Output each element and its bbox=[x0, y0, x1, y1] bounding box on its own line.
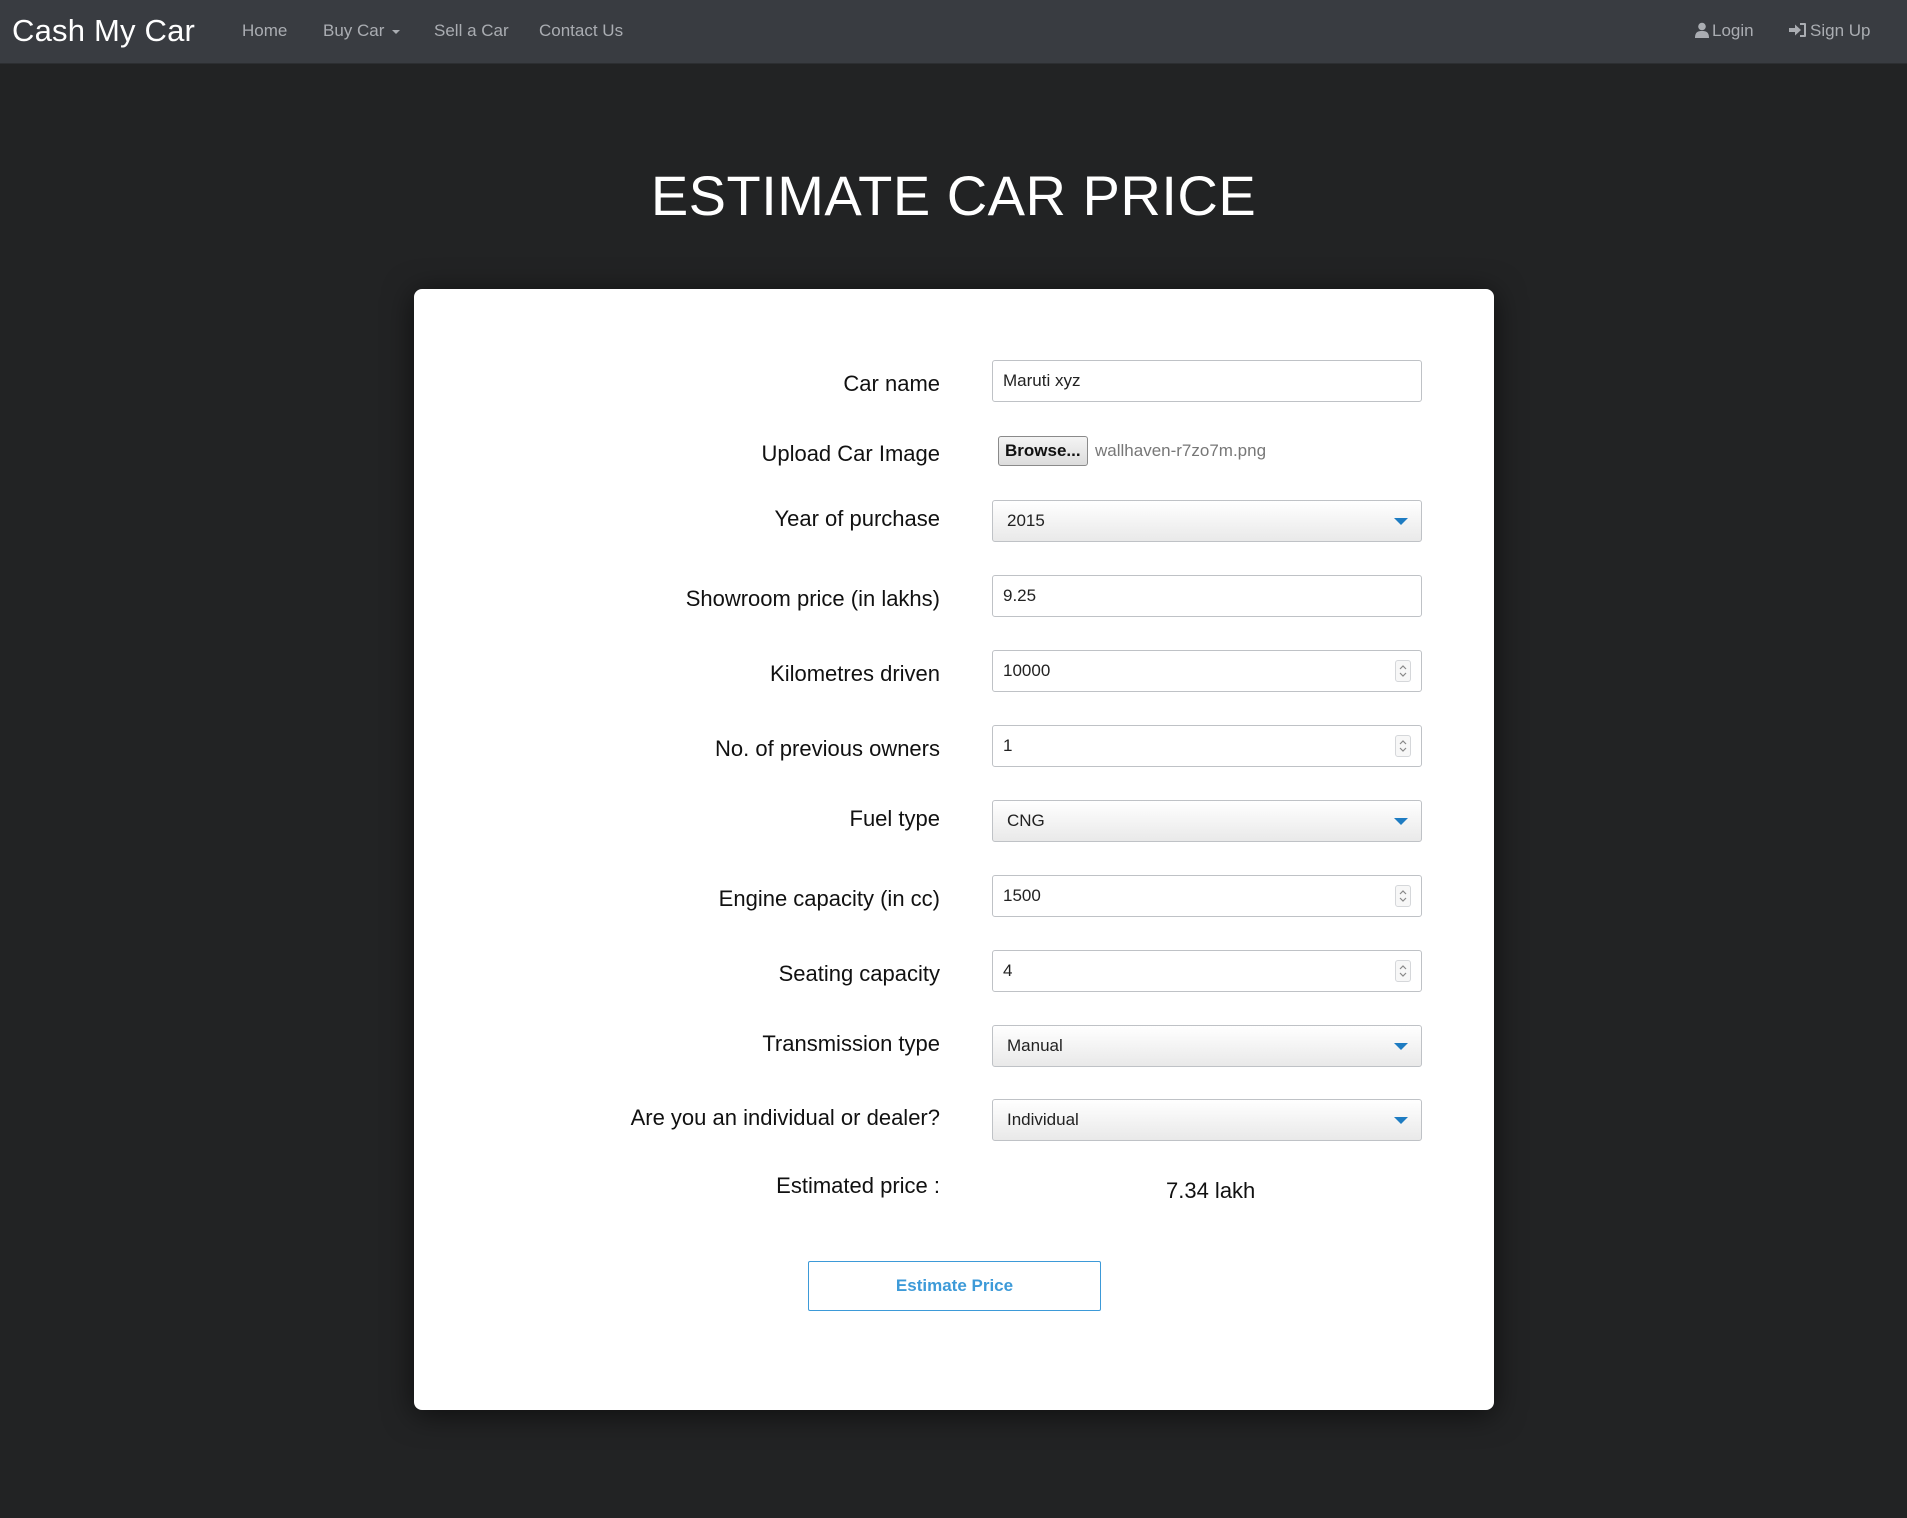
caret-down-icon bbox=[392, 29, 401, 34]
nav-login[interactable]: Login bbox=[1695, 21, 1754, 41]
dropdown-arrow-icon bbox=[1394, 1043, 1408, 1050]
engine-capacity-label: Engine capacity (in cc) bbox=[718, 886, 940, 911]
number-spinner-icon[interactable] bbox=[1395, 885, 1411, 907]
transmission-value: Manual bbox=[1007, 1036, 1063, 1055]
seller-type-select[interactable]: Individual bbox=[992, 1099, 1422, 1141]
estimated-price-value: 7.34 lakh bbox=[1166, 1178, 1256, 1203]
dropdown-arrow-icon bbox=[1394, 1117, 1408, 1124]
seller-type-label: Are you an individual or dealer? bbox=[630, 1105, 940, 1130]
year-select[interactable]: 2015 bbox=[992, 500, 1422, 542]
browse-button[interactable]: Browse... bbox=[998, 436, 1088, 466]
estimate-price-button[interactable]: Estimate Price bbox=[808, 1261, 1101, 1311]
transmission-label: Transmission type bbox=[762, 1031, 940, 1056]
nav-sell-car[interactable]: Sell a Car bbox=[434, 21, 509, 41]
car-name-label: Car name bbox=[843, 371, 940, 396]
transmission-select[interactable]: Manual bbox=[992, 1025, 1422, 1067]
nav-contact[interactable]: Contact Us bbox=[539, 21, 623, 41]
kms-driven-label: Kilometres driven bbox=[770, 661, 940, 686]
navbar: Cash My Car Home Buy Car Sell a Car Cont… bbox=[0, 0, 1907, 64]
year-select-value: 2015 bbox=[1007, 511, 1045, 530]
page-title: ESTIMATE CAR PRICE bbox=[650, 164, 1257, 227]
nav-home[interactable]: Home bbox=[242, 21, 287, 41]
number-spinner-icon[interactable] bbox=[1395, 960, 1411, 982]
nav-login-label: Login bbox=[1712, 21, 1754, 40]
seating-capacity-label: Seating capacity bbox=[778, 961, 940, 986]
sign-in-icon bbox=[1789, 23, 1806, 37]
seating-capacity-value: 4 bbox=[1003, 961, 1013, 980]
nav-buy-car-dropdown[interactable]: Buy Car bbox=[323, 21, 401, 41]
showroom-price-input[interactable]: 9.25 bbox=[992, 575, 1422, 617]
seating-capacity-input[interactable]: 4 bbox=[992, 950, 1422, 992]
dropdown-arrow-icon bbox=[1394, 518, 1408, 525]
kms-driven-input[interactable]: 10000 bbox=[992, 650, 1422, 692]
kms-driven-value: 10000 bbox=[1003, 661, 1051, 680]
owners-input[interactable]: 1 bbox=[992, 725, 1422, 767]
user-icon bbox=[1695, 22, 1709, 38]
car-name-input[interactable]: Maruti xyz bbox=[992, 360, 1422, 402]
nav-buy-car-label: Buy Car bbox=[323, 21, 385, 40]
nav-signup[interactable]: Sign Up bbox=[1789, 21, 1870, 41]
owners-label: No. of previous owners bbox=[715, 736, 940, 761]
number-spinner-icon[interactable] bbox=[1395, 735, 1411, 757]
selected-file-name: wallhaven-r7zo7m.png bbox=[1095, 441, 1267, 460]
fuel-type-label: Fuel type bbox=[849, 806, 941, 831]
upload-image-label: Upload Car Image bbox=[761, 441, 940, 466]
brand-logo[interactable]: Cash My Car bbox=[12, 13, 195, 49]
showroom-price-label: Showroom price (in lakhs) bbox=[685, 586, 940, 611]
owners-value: 1 bbox=[1003, 736, 1013, 755]
estimated-price-label: Estimated price : bbox=[776, 1173, 940, 1198]
nav-signup-label: Sign Up bbox=[1810, 21, 1871, 40]
number-spinner-icon[interactable] bbox=[1395, 660, 1411, 682]
fuel-type-select[interactable]: CNG bbox=[992, 800, 1422, 842]
seller-type-value: Individual bbox=[1007, 1110, 1079, 1129]
dropdown-arrow-icon bbox=[1394, 818, 1408, 825]
engine-capacity-input[interactable]: 1500 bbox=[992, 875, 1422, 917]
fuel-type-value: CNG bbox=[1007, 811, 1045, 830]
engine-capacity-value: 1500 bbox=[1003, 886, 1041, 905]
estimate-form-card: Car name Maruti xyz Upload Car Image Bro… bbox=[414, 289, 1494, 1410]
year-label: Year of purchase bbox=[774, 506, 940, 531]
